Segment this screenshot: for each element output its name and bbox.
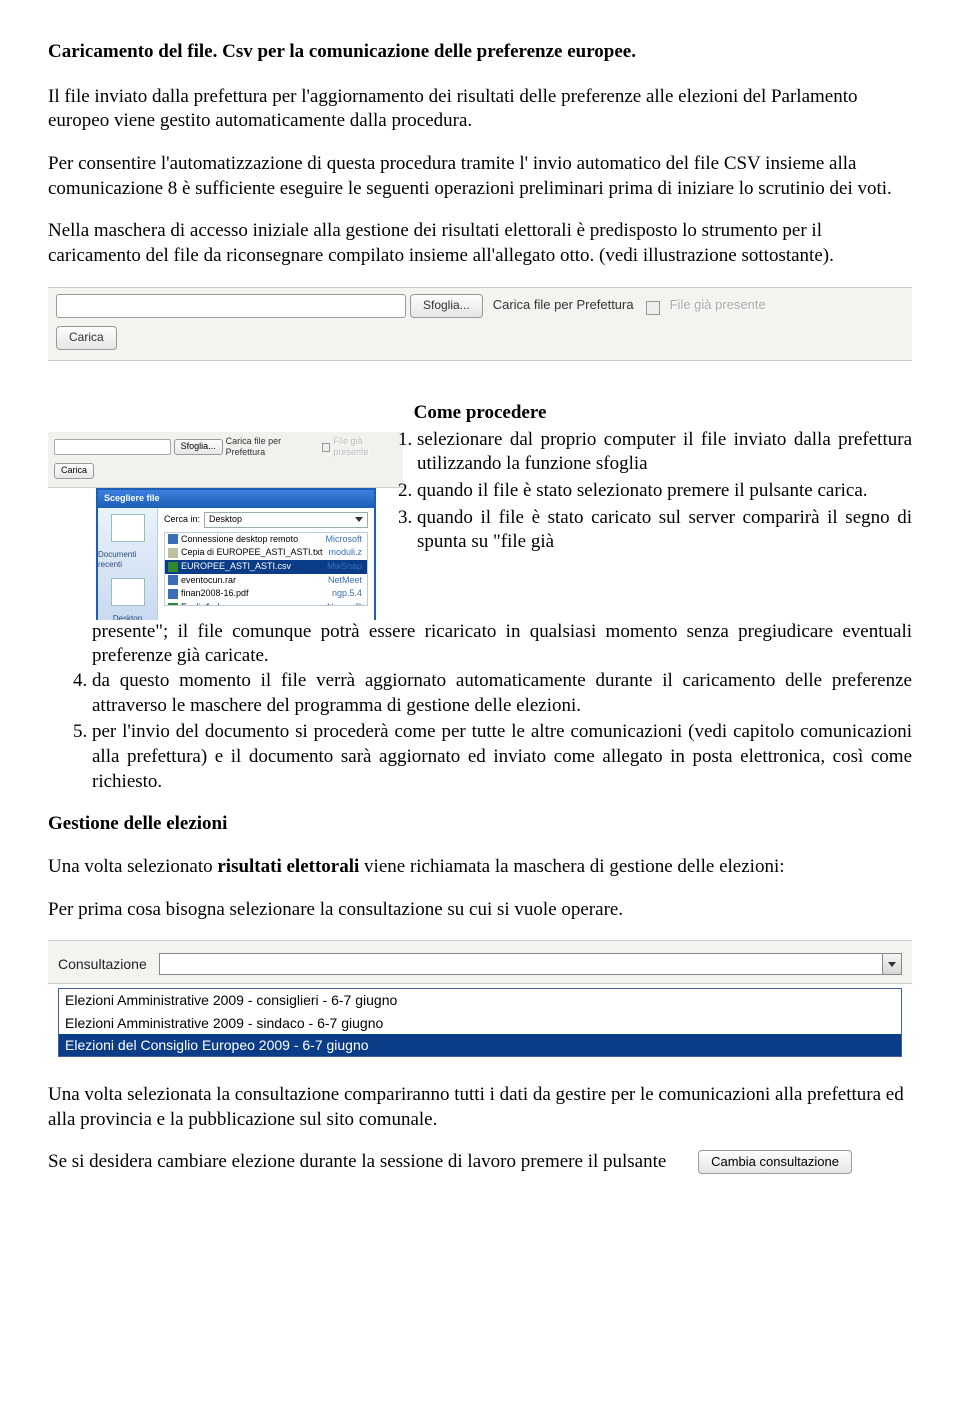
- thumb-label: Carica file per Prefettura: [226, 436, 319, 459]
- file-present-checkbox: [646, 301, 660, 315]
- paragraph-5: Per prima cosa bisogna selezionare la co…: [48, 898, 912, 923]
- dialog-title: Scegliere file: [98, 490, 374, 508]
- paragraph-1: Il file inviato dalla prefettura per l'a…: [48, 85, 912, 134]
- file-icon: [168, 534, 178, 544]
- section-heading-2: Gestione delle elezioni: [48, 812, 912, 837]
- places-desktop-icon: [111, 578, 145, 606]
- file-icon: [168, 575, 178, 585]
- file-path-input[interactable]: [56, 294, 406, 318]
- file-list: Connessione desktop remotoMicrosoftCepia…: [164, 532, 368, 606]
- file-present-label: File già presente: [670, 297, 766, 314]
- consultazione-label: Consultazione: [58, 955, 147, 973]
- consultazione-options[interactable]: Elezioni Amministrative 2009 - consiglie…: [58, 988, 902, 1057]
- file-row: Connessione desktop remotoMicrosoft: [165, 533, 367, 547]
- consultazione-option[interactable]: Elezioni Amministrative 2009 - consiglie…: [59, 989, 901, 1011]
- file-row: EUROPEE_ASTI_ASTI.csvMwSnap: [165, 560, 367, 574]
- thumb-checkbox: [322, 443, 331, 452]
- paragraph-2: Per consentire l'automatizzazione di que…: [48, 152, 912, 201]
- file-icon: [168, 562, 178, 572]
- file-icon: [168, 603, 178, 606]
- file-icon: [168, 589, 178, 599]
- procedure-section: Sfoglia... Carica file per Prefettura Fi…: [48, 428, 912, 620]
- screenshot-thumbnail: Sfoglia... Carica file per Prefettura Fi…: [48, 432, 403, 616]
- paragraph-6: Una volta selezionata la consultazione c…: [48, 1083, 912, 1132]
- file-chooser-dialog: Scegliere file Documenti recenti Desktop…: [96, 488, 376, 620]
- lookin-label: Cerca in:: [164, 514, 200, 526]
- consultazione-dropdown[interactable]: [159, 953, 902, 975]
- consultazione-option[interactable]: Elezioni del Consiglio Europeo 2009 - 6-…: [59, 1034, 901, 1056]
- step-3-part-b: presente"; il file comunque potrà essere…: [92, 620, 912, 669]
- step-4: da questo momento il file verrà aggiorna…: [92, 669, 912, 718]
- procedure-steps-cont: da questo momento il file verrà aggiorna…: [48, 669, 912, 794]
- browse-button[interactable]: Sfoglia...: [410, 294, 483, 318]
- thumb-file-present: File già presente: [333, 436, 397, 459]
- consultazione-option[interactable]: Elezioni Amministrative 2009 - sindaco -…: [59, 1012, 901, 1034]
- file-row: finan2008-16.pdfngp.5.4: [165, 587, 367, 601]
- places-recent-label: Documenti recenti: [98, 550, 157, 571]
- lookin-dropdown: Desktop: [204, 512, 368, 528]
- thumb-browse-button: Sfoglia...: [174, 439, 223, 455]
- file-row: Foglio1.xlsNuovo D: [165, 601, 367, 606]
- change-consultazione-button[interactable]: Cambia consultazione: [698, 1150, 852, 1174]
- step-5: per l'invio del documento si procederà c…: [92, 720, 912, 794]
- paragraph-3: Nella maschera di accesso iniziale alla …: [48, 219, 912, 268]
- chevron-down-icon: [355, 517, 363, 522]
- file-row: Cepia di EUROPEE_ASTI_ASTI.txtmoduli.z: [165, 546, 367, 560]
- file-row: eventocun.rarNetMeet: [165, 574, 367, 588]
- procedure-heading: Come procedere: [48, 401, 912, 426]
- select-panel: Consultazione: [48, 940, 912, 984]
- upload-button[interactable]: Carica: [56, 326, 117, 350]
- paragraph-4: Una volta selezionato risultati elettora…: [48, 855, 912, 880]
- file-icon: [168, 548, 178, 558]
- upload-label: Carica file per Prefettura: [493, 297, 634, 314]
- thumb-file-input: [54, 439, 171, 455]
- places-desktop-label: Desktop: [113, 614, 142, 619]
- upload-panel: Sfoglia... Carica file per Prefettura Fi…: [48, 287, 912, 361]
- chevron-down-icon: [882, 954, 901, 974]
- places-recent-icon: [111, 514, 145, 542]
- page-title: Caricamento del file. Csv per la comunic…: [48, 40, 912, 65]
- thumb-upload-button: Carica: [54, 463, 94, 479]
